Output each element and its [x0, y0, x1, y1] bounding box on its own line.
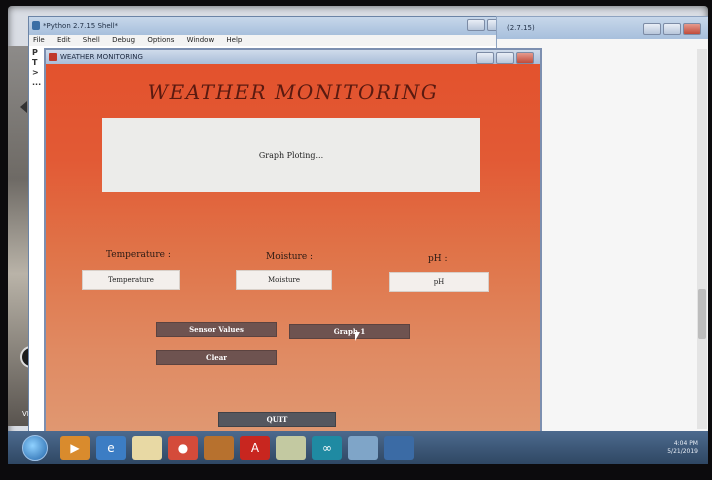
menu-edit[interactable]: Edit	[57, 36, 71, 44]
maximize-button[interactable]	[663, 23, 681, 35]
python-icon	[32, 21, 40, 30]
minimize-button[interactable]	[467, 19, 485, 31]
arrow-left-icon	[20, 101, 27, 113]
mouse-cursor-icon	[355, 332, 360, 341]
graph-area: Graph Ploting...	[102, 118, 480, 192]
media-player-icon[interactable]: ▶	[60, 435, 90, 460]
arduino-icon[interactable]: ∞	[312, 435, 342, 460]
weather-monitoring-window: WEATHER MONITORING WEATHER MONITORING Gr…	[44, 48, 542, 448]
system-tray: 4:04 PM 5/21/2019	[667, 440, 698, 456]
shell-line: >	[32, 68, 39, 77]
menu-window[interactable]: Window	[187, 36, 215, 44]
shell-menubar: File Edit Shell Debug Options Window Hel…	[29, 35, 533, 46]
menu-options[interactable]: Options	[147, 36, 174, 44]
moisture-field[interactable]: Moisture	[236, 270, 332, 290]
maximize-button[interactable]	[496, 52, 514, 64]
clock-time: 4:04 PM	[673, 439, 698, 447]
second-window-title: (2.7.15)	[507, 24, 535, 32]
tk-feather-icon	[49, 53, 57, 61]
close-button[interactable]	[516, 52, 534, 64]
monitor-screen: VNC *Python 2.7.15 Shell* File Edit Shel…	[8, 6, 708, 464]
shell-title: *Python 2.7.15 Shell*	[43, 22, 119, 30]
explorer-icon[interactable]	[276, 435, 306, 460]
weather-form: WEATHER MONITORING Graph Ploting... Temp…	[46, 64, 540, 446]
sensor-values-button[interactable]: Sensor Values	[156, 322, 277, 337]
ph-label: pH :	[428, 254, 448, 264]
shell-text: P T > ...	[32, 48, 41, 88]
menu-file[interactable]: File	[33, 36, 45, 44]
close-button[interactable]	[683, 23, 701, 35]
acrobat-icon[interactable]: A	[240, 435, 270, 460]
quit-button[interactable]: QUIT	[218, 412, 336, 427]
menu-shell[interactable]: Shell	[83, 36, 100, 44]
ie-icon[interactable]: e	[96, 435, 126, 460]
shell-line: ...	[32, 78, 42, 87]
ph-field[interactable]: pH	[389, 272, 489, 292]
minimize-button[interactable]	[476, 52, 494, 64]
shell-line: P	[32, 48, 38, 57]
menu-help[interactable]: Help	[226, 36, 242, 44]
chrome-icon[interactable]: ●	[168, 435, 198, 460]
second-window-controls	[643, 23, 701, 35]
menu-debug[interactable]: Debug	[112, 36, 135, 44]
weather-titlebar: WEATHER MONITORING	[46, 50, 540, 64]
scrollbar[interactable]	[697, 49, 707, 429]
shell-titlebar: *Python 2.7.15 Shell*	[29, 17, 533, 35]
weather-window-title: WEATHER MONITORING	[60, 53, 143, 61]
moisture-label: Moisture :	[266, 252, 314, 262]
minimize-button[interactable]	[643, 23, 661, 35]
clock-date: 5/21/2019	[667, 447, 698, 455]
scrollbar-thumb[interactable]	[698, 289, 706, 339]
app2-icon[interactable]	[348, 435, 378, 460]
taskbar: ▶ e ● A ∞ 4:04 PM 5/21/2019	[8, 431, 708, 464]
page-title: WEATHER MONITORING	[147, 80, 439, 104]
graph-button[interactable]: Graph 1	[289, 324, 410, 339]
python-icon[interactable]	[384, 435, 414, 460]
graph-placeholder: Graph Ploting...	[258, 150, 324, 160]
second-window-titlebar: (2.7.15)	[497, 17, 708, 39]
temperature-label: Temperature :	[106, 250, 171, 260]
weather-window-controls	[476, 52, 534, 64]
clear-button[interactable]: Clear	[156, 350, 277, 365]
temperature-field[interactable]: Temperature	[82, 270, 180, 290]
folder-icon[interactable]	[132, 435, 162, 460]
app-icon[interactable]	[204, 435, 234, 460]
shell-line: T	[32, 58, 38, 67]
start-button[interactable]	[22, 434, 48, 461]
